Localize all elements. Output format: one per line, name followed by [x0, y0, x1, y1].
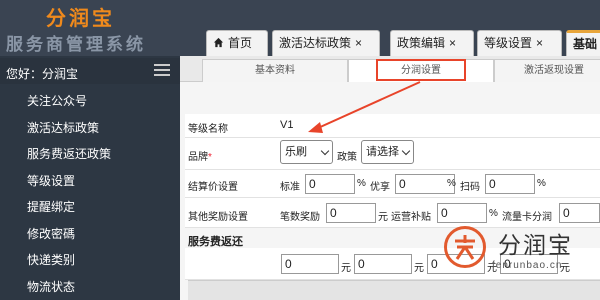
standard-input[interactable]: 0 — [305, 174, 355, 194]
sidebar-item-courier-type[interactable]: 快递类别 — [0, 247, 180, 274]
watermark: 分润宝 fenrunbao.cn — [440, 222, 590, 278]
sidebar-item-service-fee-policy[interactable]: 服务费返还政策 — [0, 141, 180, 168]
youxiang-label: 优享 — [370, 182, 390, 193]
tab-level-settings[interactable]: 等级设置 × — [477, 30, 562, 56]
level-name-label: 等级名称 — [188, 124, 228, 135]
close-icon[interactable]: × — [355, 36, 362, 50]
logo-subtitle: 服务商管理系统 — [6, 35, 146, 54]
ops-unit: % — [489, 208, 498, 219]
brand-label: 品牌* — [188, 152, 212, 163]
flow-label: 流量卡分润 — [502, 212, 552, 223]
service-fee-section-title: 服务费返还 — [188, 236, 243, 248]
service-fee-input-2[interactable]: 0 — [354, 254, 412, 274]
tab-home[interactable]: 首页 — [206, 30, 268, 56]
watermark-logo-icon — [444, 226, 486, 268]
watermark-url: fenrunbao.cn — [492, 260, 563, 271]
row-level-name: 等级名称 V1 — [185, 114, 600, 138]
pen-unit: 元 — [378, 212, 388, 223]
tab-home-label: 首页 — [228, 36, 253, 50]
close-icon[interactable]: × — [449, 36, 456, 50]
scan-input[interactable]: 0 — [485, 174, 535, 194]
policy-label: 政策 — [337, 152, 357, 163]
tab-activation-policy[interactable]: 激活达标政策 × — [272, 30, 380, 56]
subtab-basic-info[interactable]: 基本资料 — [202, 59, 348, 82]
sidebar: 分润宝 服务商管理系统 您好：分润宝 关注公众号 激活达标政策 服务费返还政策 … — [0, 0, 180, 300]
sidebar-item-follow[interactable]: 关注公众号 — [0, 88, 180, 115]
youxiang-unit: % — [447, 178, 456, 189]
ops-label: 运营补贴 — [391, 212, 431, 223]
row-settlement: 结算价设置 标准 0 % 优享 0 % 扫码 0 % — [185, 170, 600, 198]
sidebar-item-logistics-status[interactable]: 物流状态 — [0, 274, 180, 300]
policy-select[interactable]: 请选择 — [361, 140, 414, 164]
menu-toggle-icon[interactable] — [154, 64, 170, 78]
tab-policy-edit[interactable]: 政策编辑 × — [390, 30, 474, 56]
scan-unit: % — [537, 178, 546, 189]
user-greeting-bar: 您好：分润宝 — [0, 58, 180, 84]
scan-label: 扫码 — [460, 182, 480, 193]
logo: 分润宝 服务商管理系统 — [0, 0, 180, 56]
annotation-highlight-box — [376, 59, 466, 81]
subtab-activation-cashback[interactable]: 激活返现设置 — [494, 59, 600, 82]
sidebar-nav: 关注公众号 激活达标政策 服务费返还政策 等级设置 提醒绑定 修改密碼 快递类别… — [0, 88, 180, 300]
service-fee-input-1[interactable]: 0 — [281, 254, 339, 274]
brand-select[interactable]: 乐刷 — [280, 140, 333, 164]
standard-unit: % — [357, 178, 366, 189]
close-icon[interactable]: × — [536, 36, 543, 50]
watermark-text: 分润宝 — [498, 232, 573, 258]
tab-basic[interactable]: 基础 — [566, 30, 600, 56]
sidebar-item-reminder-binding[interactable]: 提醒绑定 — [0, 194, 180, 221]
sidebar-item-change-password[interactable]: 修改密碼 — [0, 221, 180, 248]
service-fee-unit-2: 元 — [414, 263, 424, 274]
pen-input[interactable]: 0 — [326, 203, 376, 223]
tab-label: 等级设置 — [484, 36, 533, 50]
sidebar-item-level-settings[interactable]: 等级设置 — [0, 168, 180, 195]
pen-label: 笔数奖励 — [280, 212, 320, 223]
tab-label: 基础 — [573, 37, 598, 51]
youxiang-input[interactable]: 0 — [395, 174, 455, 194]
service-fee-unit-1: 元 — [341, 263, 351, 274]
tab-label: 激活达标政策 — [279, 36, 352, 50]
level-name-value: V1 — [280, 119, 294, 131]
tab-bar: 首页 激活达标政策 × 政策编辑 × 等级设置 × 基础 — [180, 0, 600, 56]
sidebar-item-activation-policy[interactable]: 激活达标政策 — [0, 115, 180, 142]
reward-label: 其他奖励设置 — [188, 212, 248, 223]
ops-input[interactable]: 0 — [437, 203, 487, 223]
home-icon — [213, 37, 224, 48]
tab-label: 政策编辑 — [397, 36, 446, 50]
standard-label: 标准 — [280, 182, 300, 193]
flow-input[interactable]: 0 — [559, 203, 600, 223]
settle-label: 结算价设置 — [188, 182, 238, 193]
logo-title: 分润宝 — [46, 8, 115, 30]
row-brand: 品牌* 乐刷 政策 请选择 — [185, 138, 600, 170]
bottom-panel — [188, 280, 600, 300]
user-greeting: 您好：分润宝 — [6, 67, 79, 81]
